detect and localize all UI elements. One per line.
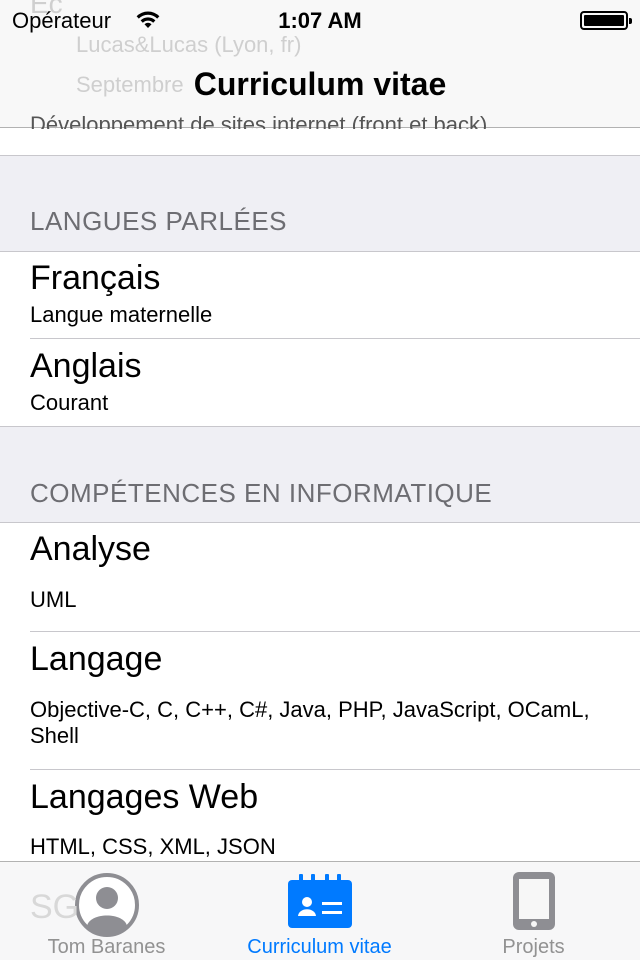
navigation-bar: Ec Lucas&Lucas (Lyon, fr) Septembre Déve… bbox=[0, 0, 640, 129]
tab-label: Projets bbox=[502, 936, 565, 958]
id-card-icon bbox=[287, 874, 352, 928]
tab-projets[interactable]: Projets bbox=[427, 862, 640, 960]
cell-subtitle: HTML, CSS, XML, JSON bbox=[30, 834, 276, 859]
divider bbox=[30, 338, 640, 339]
section-header-languages: LANGUES PARLÉES bbox=[30, 206, 288, 236]
cell-subtitle: Langue maternelle bbox=[30, 302, 213, 327]
cell-title: Langages Web bbox=[30, 778, 259, 816]
cv-table-view[interactable]: LANGUES PARLÉES Français Langue maternel… bbox=[0, 0, 640, 960]
person-icon bbox=[74, 873, 139, 937]
ghost-text: Lucas&Lucas (Lyon, fr) bbox=[76, 32, 302, 57]
status-time: 1:07 AM bbox=[278, 8, 362, 33]
cell-title: Anglais bbox=[30, 347, 142, 385]
cell-title: Français bbox=[30, 259, 161, 297]
cell-title: Analyse bbox=[30, 530, 151, 568]
tab-curriculum-vitae[interactable]: Curriculum vitae bbox=[213, 862, 426, 960]
tab-label: Tom Baranes bbox=[47, 936, 166, 958]
tab-label: Curriculum vitae bbox=[247, 936, 392, 958]
battery-icon bbox=[580, 11, 632, 30]
divider bbox=[30, 631, 640, 632]
cell-subtitle: Courant bbox=[30, 390, 109, 415]
cell-subtitle: UML bbox=[30, 587, 77, 612]
ghost-text: SG bbox=[30, 888, 80, 926]
ghost-text: Ec bbox=[30, 0, 63, 19]
divider bbox=[0, 426, 640, 427]
tablet-icon bbox=[512, 872, 555, 930]
divider bbox=[0, 155, 640, 156]
cell-title: Langage bbox=[30, 640, 163, 678]
ghost-text: Septembre bbox=[76, 72, 184, 97]
section-header-skills: COMPÉTENCES EN INFORMATIQUE bbox=[30, 478, 493, 508]
tab-bar: Tom Baranes Curriculum vitae Projets bbox=[0, 861, 640, 960]
divider bbox=[30, 769, 640, 770]
cell-subtitle: Objective-C, C, C++, C#, Java, PHP, Java… bbox=[30, 697, 590, 748]
